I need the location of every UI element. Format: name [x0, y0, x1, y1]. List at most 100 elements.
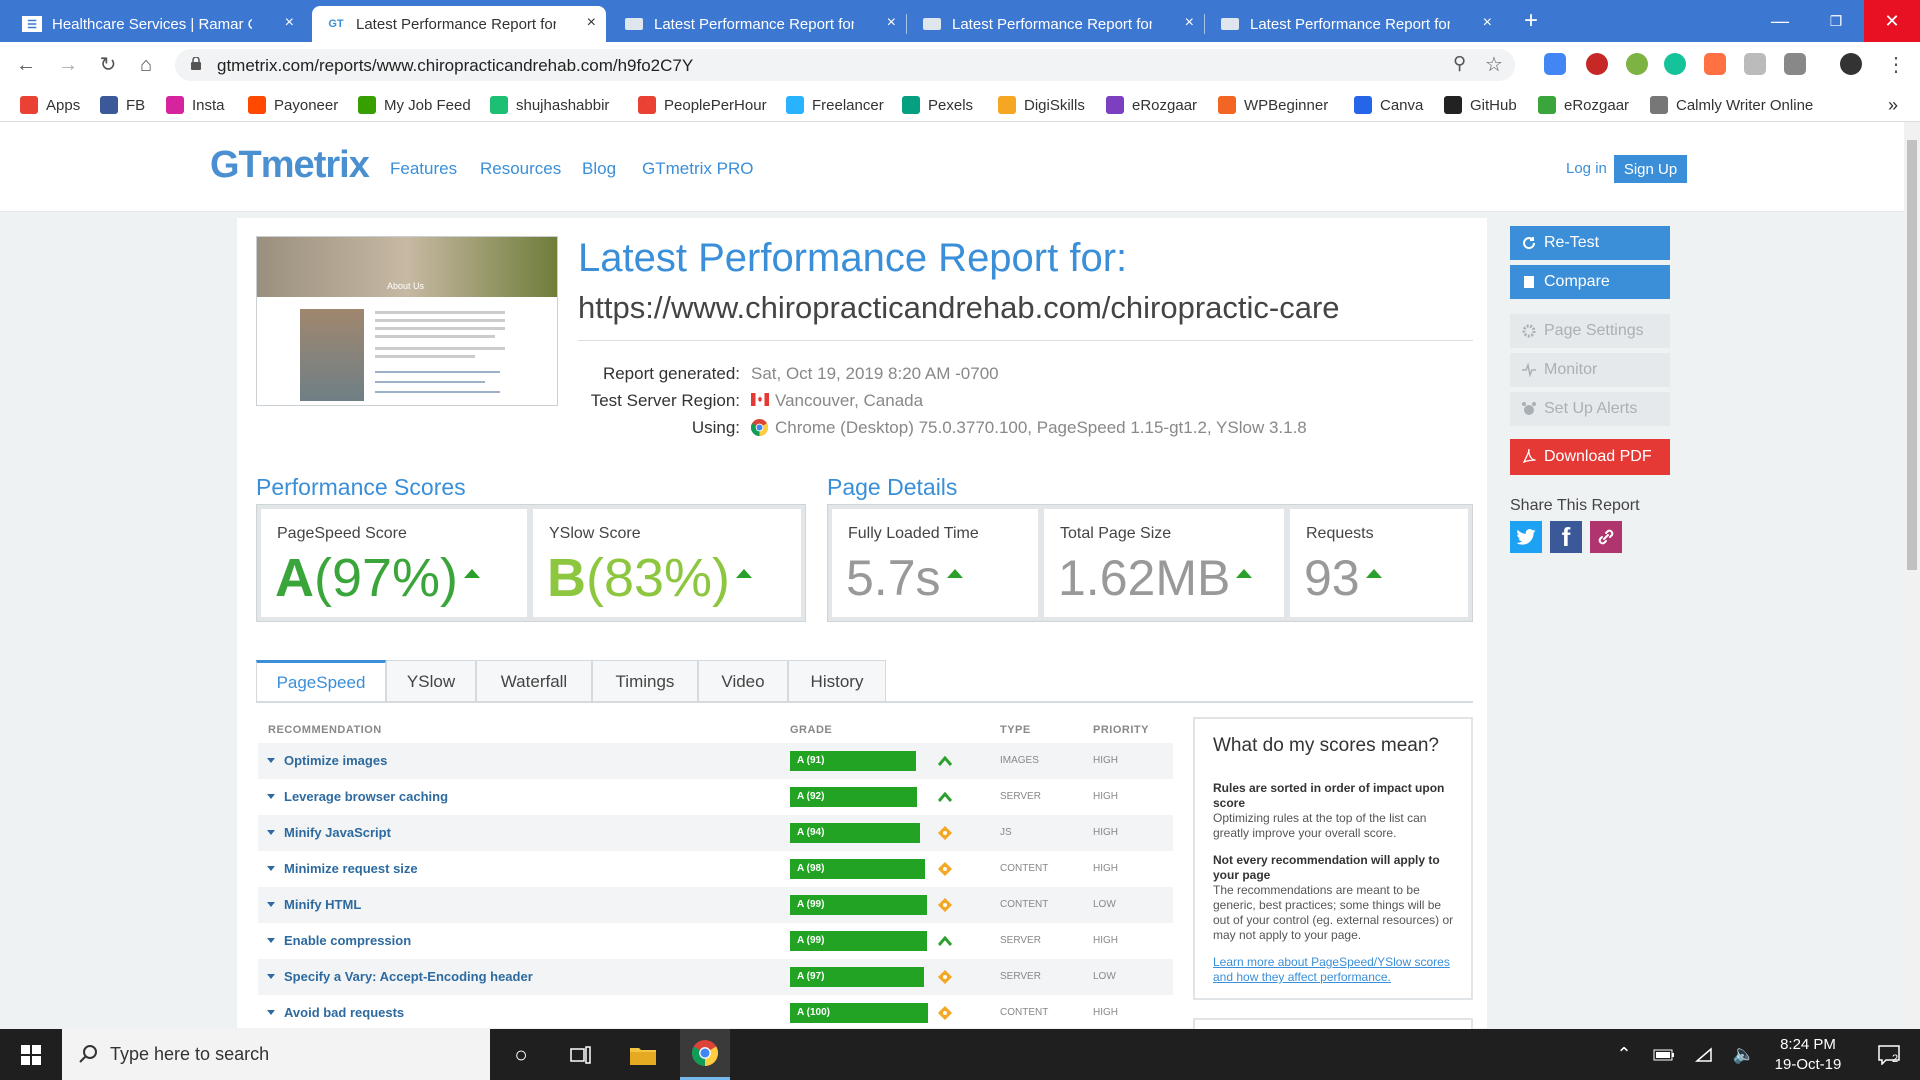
back-icon[interactable]: ← [14, 53, 38, 77]
pen-extension-icon[interactable] [1704, 53, 1726, 75]
nav-blog[interactable]: Blog [582, 159, 616, 179]
expand-caret-icon[interactable] [267, 794, 275, 799]
avatar[interactable] [1840, 53, 1862, 75]
expand-caret-icon[interactable] [267, 830, 275, 835]
monitor-button[interactable]: Monitor [1510, 353, 1670, 387]
table-row[interactable]: Leverage browser caching A (92) SERVER HIGH [258, 779, 1173, 815]
bookmark-star-icon[interactable]: ☆ [1485, 52, 1503, 77]
forward-icon[interactable]: → [56, 53, 80, 77]
table-row[interactable]: Specify a Vary: Accept-Encoding header A … [258, 959, 1173, 995]
wifi-icon[interactable] [1684, 1029, 1724, 1080]
recommendation-name[interactable]: Enable compression [284, 933, 411, 948]
download-pdf-button[interactable]: Download PDF [1510, 439, 1670, 475]
notifications-icon[interactable]: 2 [1864, 1029, 1914, 1080]
twitter-share-icon[interactable] [1510, 521, 1542, 553]
bookmark-7[interactable]: PeoplePerHour [638, 94, 767, 116]
nav-gtmetrix-pro[interactable]: GTmetrix PRO [642, 159, 753, 179]
ublock-extension-icon[interactable] [1586, 53, 1608, 75]
restore-icon[interactable]: ❐ [1808, 0, 1864, 42]
bookmark-15[interactable]: eRozgaar [1538, 94, 1629, 116]
recommendation-name[interactable]: Minimize request size [284, 861, 418, 876]
tab-video[interactable]: Video [698, 660, 788, 702]
address-bar[interactable]: gtmetrix.com/reports/www.chiropracticand… [175, 49, 1515, 81]
tab-close-icon[interactable]: × [1185, 14, 1194, 32]
chrome-taskbar-icon[interactable] [680, 1029, 730, 1080]
bookmark-5[interactable]: My Job Feed [358, 94, 471, 116]
recommendation-name[interactable]: Specify a Vary: Accept-Encoding header [284, 969, 533, 984]
nav-features[interactable]: Features [390, 159, 457, 179]
reload-icon[interactable]: ↻ [96, 53, 120, 77]
eyedropper-extension-icon[interactable] [1784, 53, 1806, 75]
compare-button[interactable]: Compare [1510, 265, 1670, 299]
file-explorer-icon[interactable] [618, 1029, 668, 1080]
table-row[interactable]: Minimize request size A (98) CONTENT HIGH [258, 851, 1173, 887]
table-row[interactable]: Minify HTML A (99) CONTENT LOW [258, 887, 1173, 923]
bookmark-1[interactable]: Apps [20, 94, 80, 116]
gtmetrix-logo[interactable]: GTmetrix [210, 144, 370, 187]
re-test-button[interactable]: Re-Test [1510, 226, 1670, 260]
recommendation-name[interactable]: Minify JavaScript [284, 825, 391, 840]
grammarly-extension-icon[interactable] [1664, 53, 1686, 75]
tab-close-icon[interactable]: × [887, 14, 896, 32]
tab-waterfall[interactable]: Waterfall [476, 660, 592, 702]
browser-tab-3[interactable]: Latest Performance Report for: ht × [610, 6, 906, 42]
bookmarks-overflow-icon[interactable]: » [1888, 94, 1898, 116]
expand-caret-icon[interactable] [267, 1010, 275, 1015]
bookmark-8[interactable]: Freelancer [786, 94, 884, 116]
login-link[interactable]: Log in [1566, 160, 1607, 177]
minimize-icon[interactable]: — [1752, 0, 1808, 42]
translate-extension-icon[interactable] [1544, 53, 1566, 75]
set-up-alerts-button[interactable]: Set Up Alerts [1510, 392, 1670, 426]
extension-icon[interactable] [1744, 53, 1766, 75]
tab-close-icon[interactable]: × [1483, 14, 1492, 32]
zoom-icon[interactable]: ⚲ [1453, 53, 1466, 74]
tab-timings[interactable]: Timings [592, 660, 698, 702]
close-window-icon[interactable]: ✕ [1864, 0, 1920, 42]
tab-close-icon[interactable]: × [587, 14, 596, 32]
recommendation-name[interactable]: Avoid bad requests [284, 1005, 404, 1020]
table-row[interactable]: Enable compression A (99) SERVER HIGH [258, 923, 1173, 959]
tab-close-icon[interactable]: × [285, 14, 294, 32]
scrollbar-thumb[interactable] [1907, 140, 1917, 570]
bookmark-14[interactable]: GitHub [1444, 94, 1517, 116]
expand-caret-icon[interactable] [267, 974, 275, 979]
bookmark-3[interactable]: Insta [166, 94, 225, 116]
home-icon[interactable]: ⌂ [134, 53, 158, 77]
bookmark-10[interactable]: DigiSkills [998, 94, 1085, 116]
cortana-icon[interactable]: ○ [496, 1029, 546, 1080]
bookmark-16[interactable]: Calmly Writer Online [1650, 94, 1813, 116]
bookmark-9[interactable]: Pexels [902, 94, 973, 116]
recommendation-name[interactable]: Leverage browser caching [284, 789, 448, 804]
recommendation-name[interactable]: Minify HTML [284, 897, 361, 912]
bookmark-11[interactable]: eRozgaar [1106, 94, 1197, 116]
facebook-share-icon[interactable]: f [1550, 521, 1582, 553]
expand-caret-icon[interactable] [267, 758, 275, 763]
windows-start-icon[interactable] [6, 1029, 56, 1080]
browser-tab-1[interactable]: ☰ Healthcare Services | Ramar Chiro × [8, 6, 304, 42]
link-share-icon[interactable] [1590, 521, 1622, 553]
nav-resources[interactable]: Resources [480, 159, 561, 179]
taskbar-search-box[interactable]: Type here to search [62, 1029, 490, 1080]
show-hidden-icons-chevron-icon[interactable]: ⌃ [1604, 1029, 1644, 1080]
bookmark-13[interactable]: Canva [1354, 94, 1423, 116]
color-extension-icon[interactable] [1626, 53, 1648, 75]
expand-caret-icon[interactable] [267, 866, 275, 871]
new-tab-button[interactable]: + [1506, 0, 1556, 42]
menu-kebab-icon[interactable]: ⋮ [1886, 52, 1906, 77]
browser-tab-5[interactable]: Latest Performance Report for: ht × [1206, 6, 1502, 42]
learn-more-link[interactable]: Learn more about PageSpeed/YSlow scores … [1213, 955, 1458, 985]
bookmark-6[interactable]: shujhashabbir [490, 94, 609, 116]
tab-pagespeed[interactable]: PageSpeed [256, 660, 386, 702]
bookmark-2[interactable]: FB [100, 94, 145, 116]
table-row[interactable]: Avoid bad requests A (100) CONTENT HIGH [258, 995, 1173, 1031]
tab-history[interactable]: History [788, 660, 886, 702]
browser-tab-2[interactable]: GT Latest Performance Report for: ht × [312, 6, 606, 42]
task-view-icon[interactable] [556, 1029, 606, 1080]
tab-yslow[interactable]: YSlow [386, 660, 476, 702]
bookmark-12[interactable]: WPBeginner [1218, 94, 1328, 116]
table-row[interactable]: Optimize images A (91) IMAGES HIGH [258, 743, 1173, 779]
volume-icon[interactable]: 🔈 [1724, 1029, 1764, 1080]
page-screenshot-thumbnail[interactable]: About Us [256, 236, 558, 406]
bookmark-4[interactable]: Payoneer [248, 94, 338, 116]
signup-button[interactable]: Sign Up [1614, 155, 1687, 183]
